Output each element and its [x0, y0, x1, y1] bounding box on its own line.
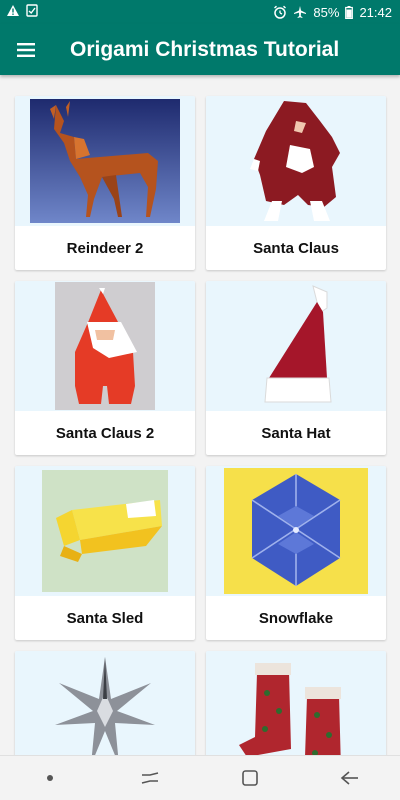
battery-icon [345, 5, 354, 19]
home-icon[interactable] [220, 756, 280, 800]
battery-percent: 85% [313, 4, 340, 20]
tutorial-card-snowflake[interactable]: Snowflake [206, 466, 386, 640]
hamburger-menu-icon[interactable] [0, 24, 52, 75]
card-label: Snowflake [258, 609, 334, 627]
snowflake-image [206, 466, 386, 596]
card-label: Santa Hat [261, 424, 331, 442]
status-bar: 85% 21:42 [0, 0, 400, 24]
santa-sled-image [15, 466, 195, 596]
recents-icon[interactable] [120, 756, 180, 800]
back-icon[interactable] [320, 756, 380, 800]
tutorial-card-santa-claus-2[interactable]: Santa Claus 2 [15, 281, 195, 455]
card-label: Reindeer 2 [66, 239, 144, 257]
tutorial-card-star[interactable] [15, 651, 195, 755]
airplane-icon [293, 5, 307, 19]
star-image [15, 651, 195, 755]
page-title: Origami Christmas Tutorial [70, 37, 340, 61]
tutorial-card-santa-hat[interactable]: Santa Hat [206, 281, 386, 455]
alarm-icon [273, 5, 287, 19]
santa-claus-image [206, 96, 386, 226]
card-label: Santa Sled [66, 609, 144, 627]
warning-icon [6, 4, 20, 20]
tutorial-card-reindeer-2[interactable]: Reindeer 2 [15, 96, 195, 270]
card-label: Santa Claus [253, 239, 339, 257]
dot-icon[interactable] [20, 756, 80, 800]
santa-claus-2-image [15, 281, 195, 411]
card-label: Santa Claus 2 [55, 424, 155, 442]
stocking-image [206, 651, 386, 755]
system-nav-bar [0, 755, 400, 800]
reindeer-image [15, 96, 195, 226]
app-bar: Origami Christmas Tutorial [0, 24, 400, 75]
tutorial-card-santa-sled[interactable]: Santa Sled [15, 466, 195, 640]
tutorial-grid: Reindeer 2 Santa Claus Santa Claus 2 San… [0, 75, 400, 755]
tutorial-card-santa-claus[interactable]: Santa Claus [206, 96, 386, 270]
checkbox-icon [26, 4, 38, 20]
tutorial-card-stocking[interactable] [206, 651, 386, 755]
santa-hat-image [206, 281, 386, 411]
clock: 21:42 [359, 4, 392, 20]
